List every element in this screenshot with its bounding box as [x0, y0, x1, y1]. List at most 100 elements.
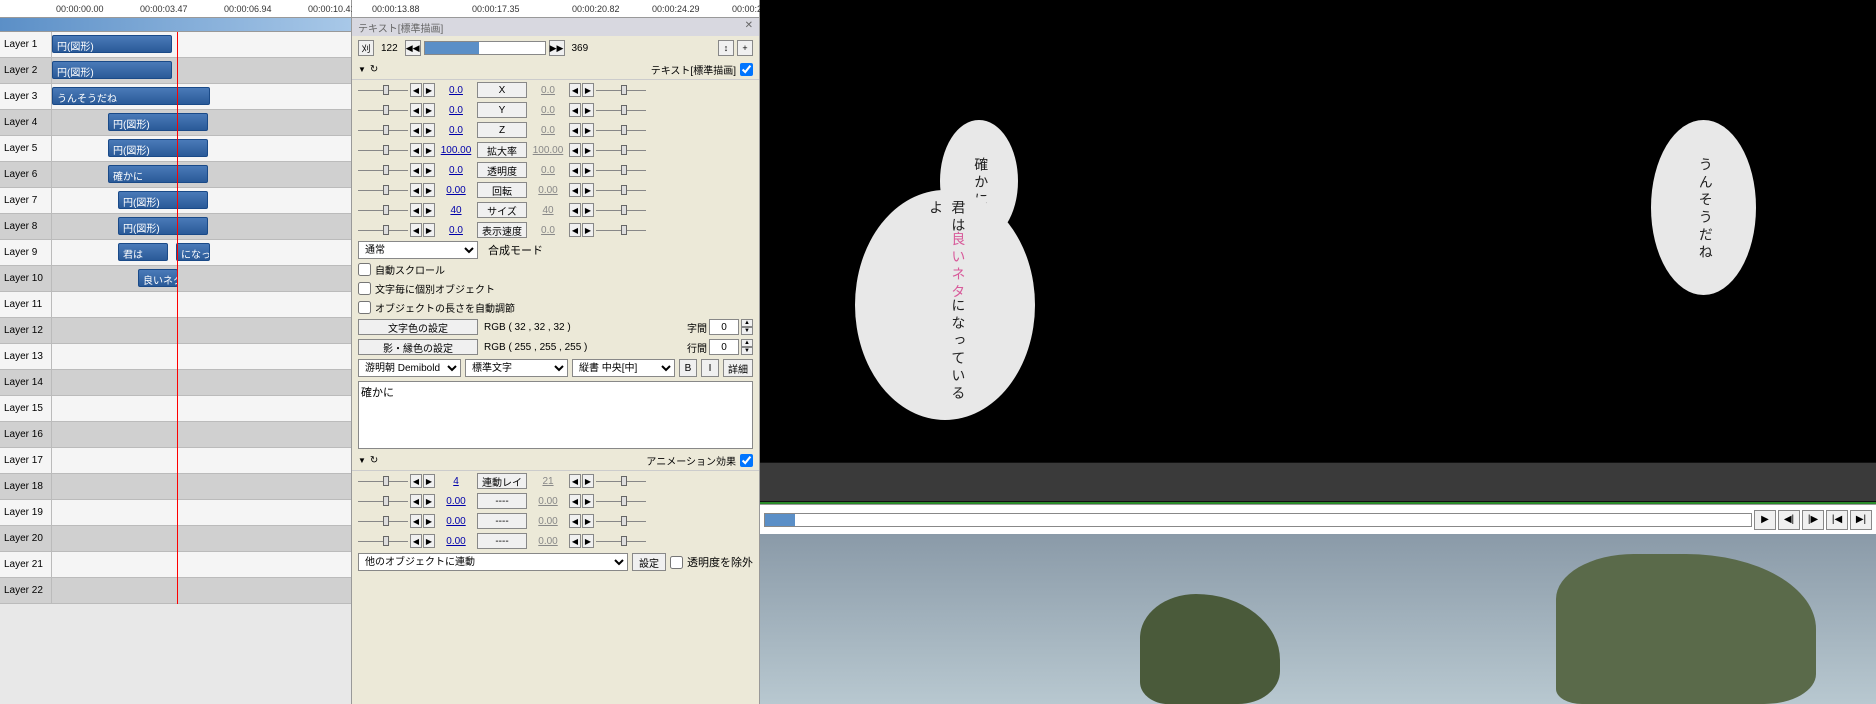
decrement-icon[interactable]: ◀ — [410, 103, 422, 117]
layer-label[interactable]: Layer 10 — [0, 266, 52, 291]
next-frame-icon[interactable]: ▶▶ — [549, 40, 565, 56]
increment-icon[interactable]: ▶ — [423, 203, 435, 217]
layer-label[interactable]: Layer 2 — [0, 58, 52, 83]
param-value-right[interactable]: 0.0 — [529, 105, 567, 116]
layer-row[interactable]: Layer 20 — [0, 526, 351, 552]
spin-down-icon[interactable]: ▼ — [741, 347, 753, 355]
layer-label[interactable]: Layer 1 — [0, 32, 52, 57]
increment-icon[interactable]: ▶ — [423, 534, 435, 548]
increment-icon[interactable]: ▶ — [582, 203, 594, 217]
layer-label[interactable]: Layer 14 — [0, 370, 52, 395]
param-slider[interactable] — [358, 494, 408, 508]
layer-label[interactable]: Layer 11 — [0, 292, 52, 317]
param-slider[interactable] — [596, 534, 646, 548]
decrement-icon[interactable]: ◀ — [569, 474, 581, 488]
increment-icon[interactable]: ▶ — [423, 494, 435, 508]
section-enable-checkbox[interactable] — [740, 63, 753, 76]
param-value-right[interactable]: 100.00 — [529, 145, 567, 156]
layer-label[interactable]: Layer 4 — [0, 110, 52, 135]
layer-row[interactable]: Layer 17 — [0, 448, 351, 474]
decrement-icon[interactable]: ◀ — [410, 494, 422, 508]
decrement-icon[interactable]: ◀ — [569, 494, 581, 508]
timeline-clip[interactable]: 確かに — [108, 165, 208, 183]
spin-down-icon[interactable]: ▼ — [741, 327, 753, 335]
decrement-icon[interactable]: ◀ — [410, 183, 422, 197]
param-value-left[interactable]: 40 — [437, 205, 475, 216]
layer-row[interactable]: Layer 6 確かに — [0, 162, 351, 188]
decrement-icon[interactable]: ◀ — [410, 163, 422, 177]
layer-row[interactable]: Layer 2円(図形) — [0, 58, 351, 84]
layer-row[interactable]: Layer 14 — [0, 370, 351, 396]
param-label-button[interactable]: ---- — [477, 533, 527, 549]
param-slider[interactable] — [596, 183, 646, 197]
param-label-button[interactable]: 透明度 — [477, 162, 527, 178]
layer-row[interactable]: Layer 15 — [0, 396, 351, 422]
param-value-right[interactable]: 0.0 — [529, 85, 567, 96]
layer-label[interactable]: Layer 22 — [0, 578, 52, 603]
layer-label[interactable]: Layer 6 — [0, 162, 52, 187]
increment-icon[interactable]: ▶ — [582, 103, 594, 117]
param-value-left[interactable]: 0.0 — [437, 105, 475, 116]
spin-up-icon[interactable]: ▲ — [741, 319, 753, 327]
exclude-alpha-checkbox[interactable] — [670, 556, 683, 569]
section-animation[interactable]: ▼ ↻ アニメーション効果 — [352, 451, 759, 471]
shadow-color-button[interactable]: 影・縁色の設定 — [358, 339, 478, 355]
param-slider[interactable] — [596, 163, 646, 177]
param-slider[interactable] — [358, 514, 408, 528]
param-value-left[interactable]: 0.0 — [437, 125, 475, 136]
param-slider[interactable] — [358, 223, 408, 237]
layer-row[interactable]: Layer 11 — [0, 292, 351, 318]
layer-row[interactable]: Layer 5円(図形) — [0, 136, 351, 162]
close-icon[interactable]: ✕ — [745, 20, 753, 34]
param-value-left[interactable]: 0.00 — [437, 496, 475, 507]
layer-label[interactable]: Layer 16 — [0, 422, 52, 447]
layer-row[interactable]: Layer 16 — [0, 422, 351, 448]
layer-row[interactable]: Layer 18 — [0, 474, 351, 500]
param-value-right[interactable]: 0.00 — [529, 536, 567, 547]
decrement-icon[interactable]: ◀ — [569, 103, 581, 117]
param-label-button[interactable]: Y — [477, 102, 527, 118]
param-label-button[interactable]: 連動レイヤー — [477, 473, 527, 489]
layer-label[interactable]: Layer 5 — [0, 136, 52, 161]
detail-button[interactable]: 詳細 — [723, 359, 753, 377]
layer-row[interactable]: Layer 3うんそうだね — [0, 84, 351, 110]
italic-button[interactable]: I — [701, 359, 719, 377]
decrement-icon[interactable]: ◀ — [569, 514, 581, 528]
increment-icon[interactable]: ▶ — [423, 123, 435, 137]
layer-label[interactable]: Layer 9 — [0, 240, 52, 265]
increment-icon[interactable]: ▶ — [582, 143, 594, 157]
increment-icon[interactable]: ▶ — [582, 223, 594, 237]
text-color-button[interactable]: 文字色の設定 — [358, 319, 478, 335]
timeline-clip[interactable]: 君は — [118, 243, 168, 261]
anim-type-select[interactable]: 他のオブジェクトに連動 — [358, 553, 628, 571]
anim-setting-button[interactable]: 設定 — [632, 553, 666, 571]
step-fwd-button[interactable]: |▶ — [1802, 510, 1824, 530]
timeline-clip[interactable]: 良いネタ — [138, 269, 178, 287]
param-slider[interactable] — [596, 494, 646, 508]
param-slider[interactable] — [596, 103, 646, 117]
param-value-right[interactable]: 0.0 — [529, 165, 567, 176]
jump-end-button[interactable]: ▶| — [1850, 510, 1872, 530]
param-value-left[interactable]: 0.0 — [437, 225, 475, 236]
param-slider[interactable] — [358, 203, 408, 217]
param-label-button[interactable]: サイズ — [477, 202, 527, 218]
layer-label[interactable]: Layer 8 — [0, 214, 52, 239]
layer-row[interactable]: Layer 13 — [0, 344, 351, 370]
param-value-left[interactable]: 0.00 — [437, 536, 475, 547]
increment-icon[interactable]: ▶ — [582, 163, 594, 177]
move-up-icon[interactable]: ↕ — [718, 40, 734, 56]
option-checkbox[interactable] — [358, 301, 371, 314]
layer-label[interactable]: Layer 12 — [0, 318, 52, 343]
layer-label[interactable]: Layer 21 — [0, 552, 52, 577]
param-label-button[interactable]: 表示速度 — [477, 222, 527, 238]
increment-icon[interactable]: ▶ — [582, 83, 594, 97]
timeline-clip[interactable]: 円(図形) — [118, 191, 208, 209]
decrement-icon[interactable]: ◀ — [410, 83, 422, 97]
decrement-icon[interactable]: ◀ — [410, 474, 422, 488]
param-value-left[interactable]: 0.00 — [437, 185, 475, 196]
decrement-icon[interactable]: ◀ — [410, 143, 422, 157]
increment-icon[interactable]: ▶ — [582, 183, 594, 197]
param-slider[interactable] — [596, 123, 646, 137]
param-slider[interactable] — [596, 514, 646, 528]
increment-icon[interactable]: ▶ — [582, 514, 594, 528]
